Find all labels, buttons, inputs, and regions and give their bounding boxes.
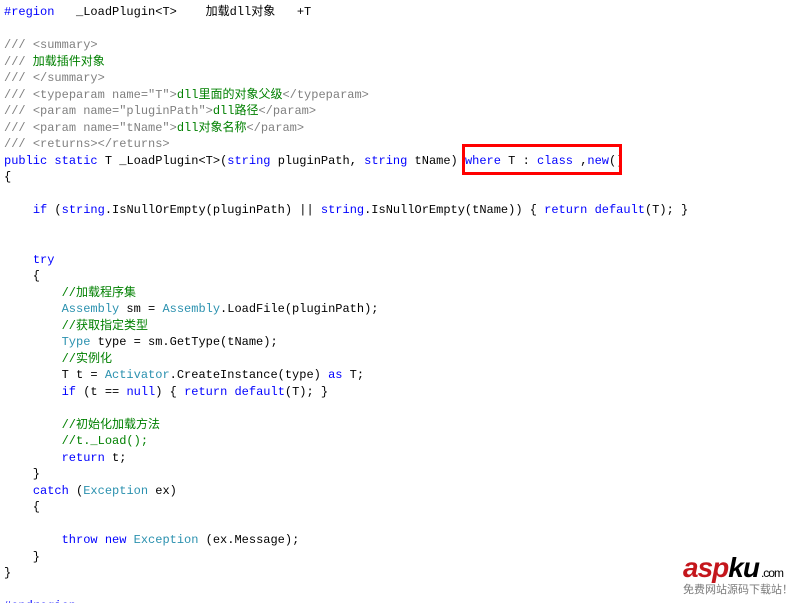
comment-load: //加载程序集 <box>62 286 136 300</box>
type-assembly: Assembly <box>62 302 120 316</box>
kw-static: static <box>54 154 97 168</box>
if-null: (t == <box>76 385 126 399</box>
method-name: _LoadPlugin <box>112 154 198 168</box>
kw-where: where <box>465 154 501 168</box>
type-decl: type = sm.GetType(tName); <box>90 335 277 349</box>
doc-summary-open: <summary> <box>33 38 98 52</box>
doc-summary-close: </summary> <box>33 71 105 85</box>
comment-tload: //t._Load(); <box>62 434 148 448</box>
kw-string: string <box>227 154 270 168</box>
kw-throw: throw <box>62 533 98 547</box>
return-t: t; <box>105 451 127 465</box>
region-keyword: #region <box>4 5 54 19</box>
kw-null: null <box>126 385 155 399</box>
doc-summary-text: 加载插件对象 <box>26 55 105 69</box>
doc-returns: <returns></returns> <box>33 137 170 151</box>
param-tName: tName) <box>407 154 465 168</box>
doc-param2-open: <param name="tName"> <box>33 121 177 135</box>
kw-new: new <box>587 154 609 168</box>
doc-typeparam-text: dll里面的对象父级 <box>177 88 283 102</box>
t-decl: t = <box>69 368 105 382</box>
kw-as: as <box>328 368 342 382</box>
comment-inst: //实例化 <box>62 352 112 366</box>
type-T: T <box>105 154 112 168</box>
kw-return: return <box>544 203 587 217</box>
doc-typeparam-open: <typeparam name="T"> <box>33 88 177 102</box>
doc-typeparam-close: </typeparam> <box>282 88 368 102</box>
endregion-keyword: #endregion <box>4 599 76 603</box>
doc-param1-close: </param> <box>258 104 316 118</box>
watermark-ku: ku <box>728 552 759 583</box>
watermark-dotcom: .com <box>761 566 783 580</box>
loadfile: .LoadFile(pluginPath); <box>220 302 378 316</box>
if-null-end: ) { <box>155 385 184 399</box>
throw-args: (ex.Message); <box>198 533 299 547</box>
kw-catch: catch <box>33 484 69 498</box>
watermark-asp: asp <box>683 552 728 583</box>
watermark: aspku.com 免费网站源码下载站！ <box>683 554 793 597</box>
kw-if: if <box>33 203 47 217</box>
ex-decl: ex) <box>148 484 177 498</box>
as-T-end: T; <box>342 368 364 382</box>
create-instance: .CreateInstance(type) <box>170 368 328 382</box>
doc-slashes: /// <box>4 38 26 52</box>
doc-param2-close: </param> <box>246 121 304 135</box>
sm-decl: sm = <box>119 302 162 316</box>
param-pluginPath: pluginPath, <box>271 154 365 168</box>
code-block: #region _LoadPlugin<T> 加载dll对象 +T /// <s… <box>0 0 799 603</box>
kw-class: class <box>537 154 573 168</box>
comment-init: //初始化加载方法 <box>62 418 160 432</box>
type-exception: Exception <box>83 484 148 498</box>
comment-gettype: //获取指定类型 <box>62 319 148 333</box>
watermark-sub: 免费网站源码下载站！ <box>683 581 793 597</box>
doc-param1-open: <param name="pluginPath"> <box>33 104 213 118</box>
kw-public: public <box>4 154 47 168</box>
doc-param2-text: dll对象名称 <box>177 121 247 135</box>
isnull2: .IsNullOrEmpty(tName)) { <box>364 203 544 217</box>
default-T: (T); } <box>645 203 688 217</box>
type-activator: Activator <box>105 368 170 382</box>
isnull1: .IsNullOrEmpty(pluginPath) || <box>105 203 321 217</box>
region-name: _LoadPlugin<T> 加载dll对象 +T <box>54 5 311 19</box>
kw-default: default <box>595 203 645 217</box>
doc-param1-text: dll路径 <box>213 104 259 118</box>
kw-try: try <box>33 253 55 267</box>
type-type: Type <box>62 335 91 349</box>
